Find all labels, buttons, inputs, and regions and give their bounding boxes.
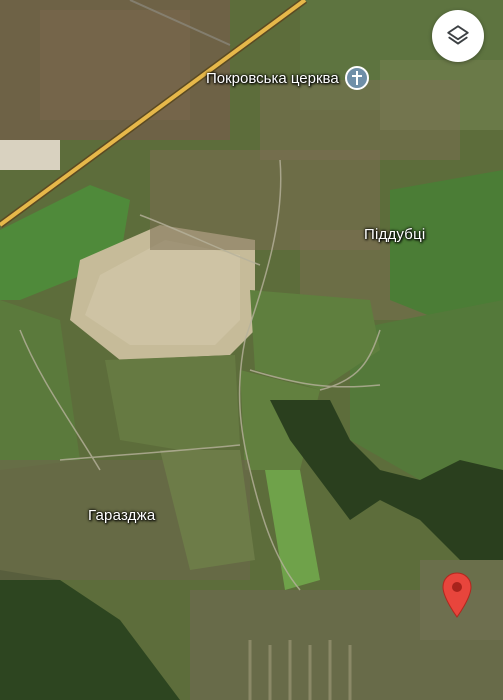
satellite-imagery <box>0 0 503 700</box>
place-label-garazdzha: Гаразджа <box>88 507 156 524</box>
satellite-map[interactable]: Покровська церква Піддубці Гаразджа <box>0 0 503 700</box>
poi-church[interactable]: Покровська церква <box>206 66 369 90</box>
location-pin-icon[interactable] <box>442 572 472 618</box>
place-label-piddubtsi: Піддубці <box>364 226 426 243</box>
layers-button[interactable] <box>432 10 484 62</box>
poi-church-label: Покровська церква <box>206 69 339 87</box>
church-cross-icon[interactable] <box>344 66 369 90</box>
layers-icon <box>447 25 469 45</box>
